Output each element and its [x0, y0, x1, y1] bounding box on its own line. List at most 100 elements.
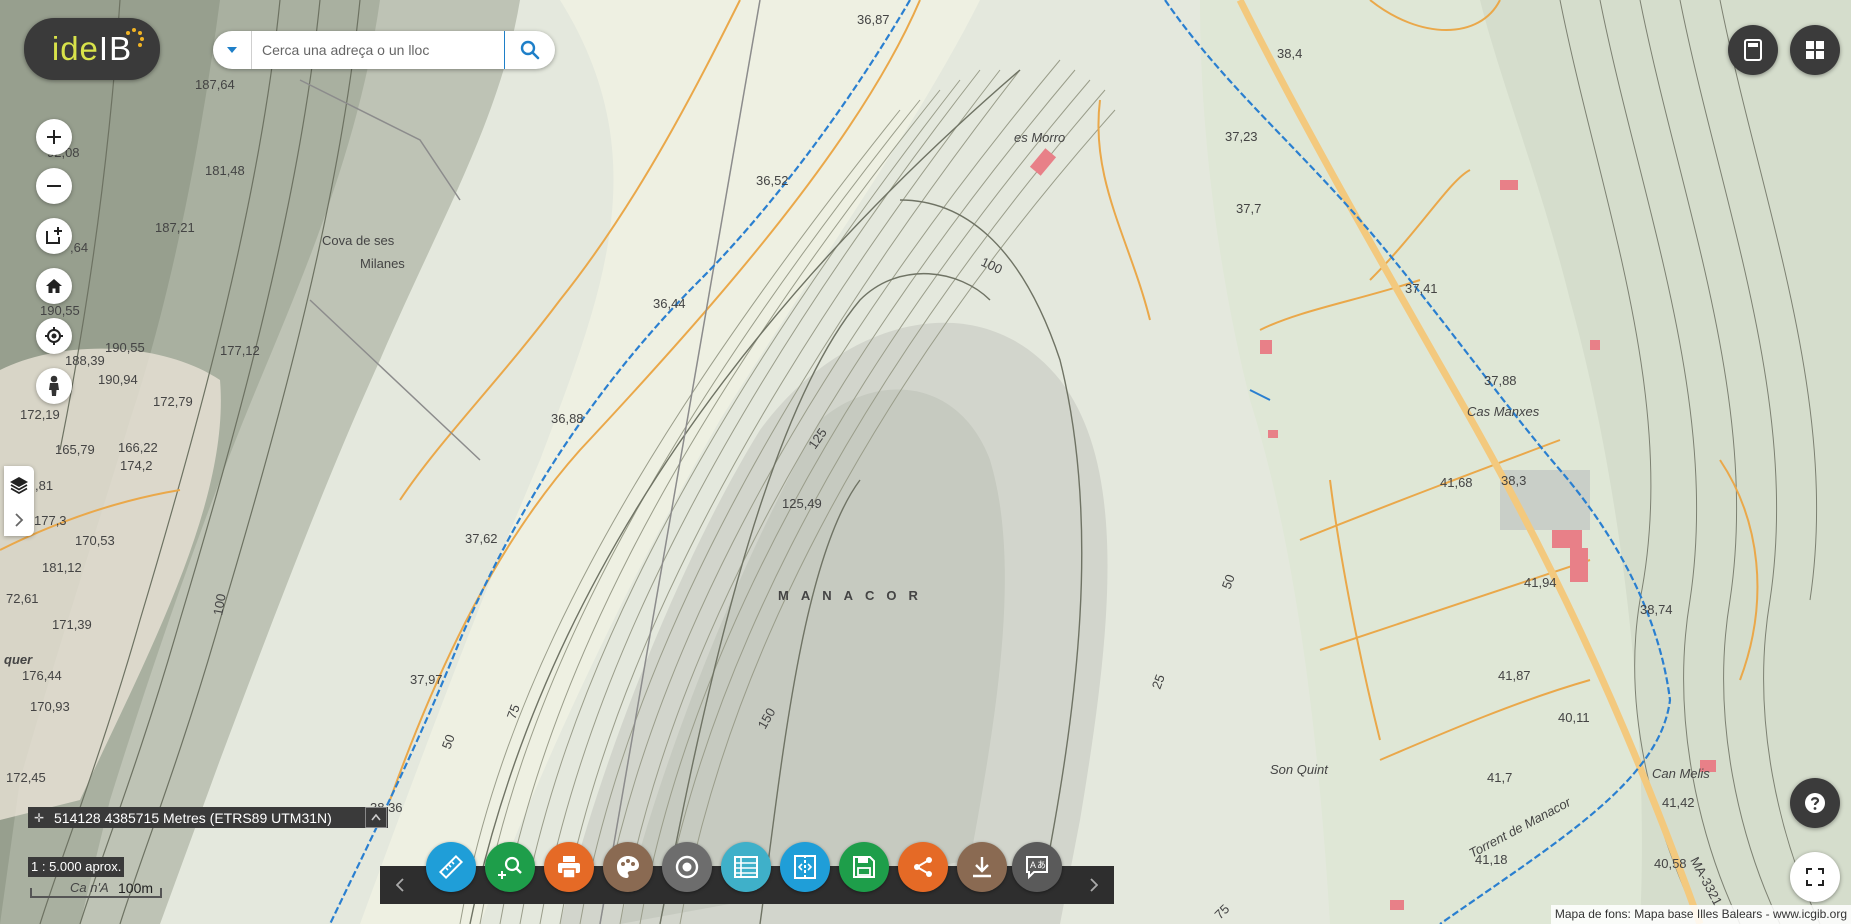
download-icon: [973, 857, 991, 878]
location-target-icon: [45, 327, 63, 345]
measure-tool-button[interactable]: [426, 842, 476, 892]
chevron-left-icon: [396, 878, 404, 892]
target-circle-icon: [675, 855, 699, 879]
layers-icon: [10, 476, 28, 494]
floppy-disk-icon: [853, 856, 875, 878]
pegman-icon: [49, 375, 59, 396]
spot-height: 187,21: [155, 220, 195, 235]
layers-panel-toggle[interactable]: [4, 466, 34, 536]
map-attribution[interactable]: Mapa de fons: Mapa base Illes Balears - …: [1550, 905, 1851, 924]
place-label: es Morro: [1014, 130, 1065, 145]
translate-tool-button[interactable]: A あ: [1012, 842, 1062, 892]
spot-height: 170,53: [75, 533, 115, 548]
toolbar-next-button[interactable]: [1074, 866, 1114, 904]
zoom-search-icon: [498, 856, 522, 879]
spot-height: 36,87: [857, 12, 890, 27]
geolocate-button[interactable]: [36, 318, 72, 354]
place-label: Cova de ses: [322, 233, 395, 248]
search-icon: [520, 40, 540, 60]
chevron-right-icon: [15, 512, 24, 527]
spot-height: 41,42: [1662, 795, 1695, 810]
spot-height: 38,74: [1640, 602, 1673, 617]
street-view-button[interactable]: [36, 368, 72, 404]
share-icon: [914, 857, 932, 877]
home-icon: [46, 279, 62, 293]
place-label: Son Quint: [1270, 762, 1329, 777]
spot-height: 165,79: [55, 442, 95, 457]
spot-height: 171,39: [52, 617, 92, 632]
spot-height: 41,68: [1440, 475, 1473, 490]
scale-bar-label: 100m: [118, 880, 154, 896]
save-tool-button[interactable]: [839, 842, 889, 892]
spot-height: 172,19: [20, 407, 60, 422]
download-tool-button[interactable]: [957, 842, 1007, 892]
spot-height: ,64: [70, 240, 88, 255]
spot-height: 181,12: [42, 560, 82, 575]
list-table-icon: [734, 856, 758, 878]
help-button[interactable]: [1790, 778, 1840, 828]
place-label: quer: [4, 652, 33, 667]
logo-text: ideIB: [51, 30, 133, 67]
calculator-icon: [1744, 39, 1762, 61]
search-zoom-tool-button[interactable]: [485, 842, 535, 892]
zoom-out-button[interactable]: [36, 168, 72, 204]
apps-menu-button[interactable]: [1790, 25, 1840, 75]
search-type-dropdown[interactable]: [213, 31, 252, 69]
fullscreen-icon: [1806, 868, 1824, 886]
map-canvas[interactable]: MANACOR Cova de ses Milanes es Morro Cas Man…: [0, 0, 1851, 924]
print-tool-button[interactable]: [544, 842, 594, 892]
chevron-right-icon: [1090, 878, 1098, 892]
app-logo[interactable]: ideIB: [24, 18, 160, 80]
share-tool-button[interactable]: [898, 842, 948, 892]
legend-tool-button[interactable]: [721, 842, 771, 892]
spot-height: 41,94: [1524, 575, 1557, 590]
place-label: Milanes: [360, 256, 405, 271]
spot-height: 177,3: [34, 513, 67, 528]
zoom-in-button[interactable]: [36, 119, 72, 155]
zoom-box-button[interactable]: [36, 218, 72, 254]
spot-height: 176,44: [22, 668, 62, 683]
spot-height: 36,52: [756, 173, 789, 188]
place-label: Can Melis: [1652, 766, 1710, 781]
calculator-button[interactable]: [1728, 25, 1778, 75]
spot-height: 41,87: [1498, 668, 1531, 683]
spot-height: 37,97: [410, 672, 443, 687]
printer-icon: [558, 856, 580, 879]
buffer-tool-button[interactable]: [662, 842, 712, 892]
search-button[interactable]: [504, 31, 555, 69]
spot-height: 36,44: [653, 296, 686, 311]
place-label: Cas Manxes: [1467, 404, 1540, 419]
spot-height: ,81: [35, 478, 53, 493]
spot-height: 172,45: [6, 770, 46, 785]
svg-text:あ: あ: [1037, 860, 1046, 870]
spot-height: 174,2: [120, 458, 153, 473]
town-label: MANACOR: [778, 588, 930, 603]
spot-height: 170,93: [30, 699, 70, 714]
spot-height: 181,48: [205, 163, 245, 178]
zoom-extent-icon: [46, 227, 62, 244]
spot-height: 37,88: [1484, 373, 1517, 388]
chevron-up-icon: [371, 814, 381, 821]
spot-height: 172,79: [153, 394, 193, 409]
spot-height: 188,39: [65, 353, 105, 368]
spot-height: 177,12: [220, 343, 260, 358]
chevron-down-icon: [227, 47, 237, 53]
spot-height: 40,58: [1654, 856, 1687, 871]
coordinates-expand-button[interactable]: [365, 807, 387, 828]
spot-height: 190,55: [105, 340, 145, 355]
logo-dots-icon: [124, 28, 144, 48]
minus-icon: [47, 185, 61, 187]
draw-tool-button[interactable]: [603, 842, 653, 892]
compare-tool-button[interactable]: [780, 842, 830, 892]
translate-icon: A あ: [1026, 856, 1048, 880]
fullscreen-button[interactable]: [1790, 852, 1840, 902]
spot-height: 166,22: [118, 440, 158, 455]
scale-ratio: 1 : 5.000 aprox.: [28, 857, 125, 877]
spot-height: 190,55: [40, 303, 80, 318]
spot-height: 125,49: [782, 496, 822, 511]
spot-height: 72,61: [6, 591, 39, 606]
home-button[interactable]: [36, 268, 72, 304]
spot-height: 41,18: [1475, 852, 1508, 867]
search-input[interactable]: [252, 35, 504, 65]
toolbar-prev-button[interactable]: [380, 866, 420, 904]
